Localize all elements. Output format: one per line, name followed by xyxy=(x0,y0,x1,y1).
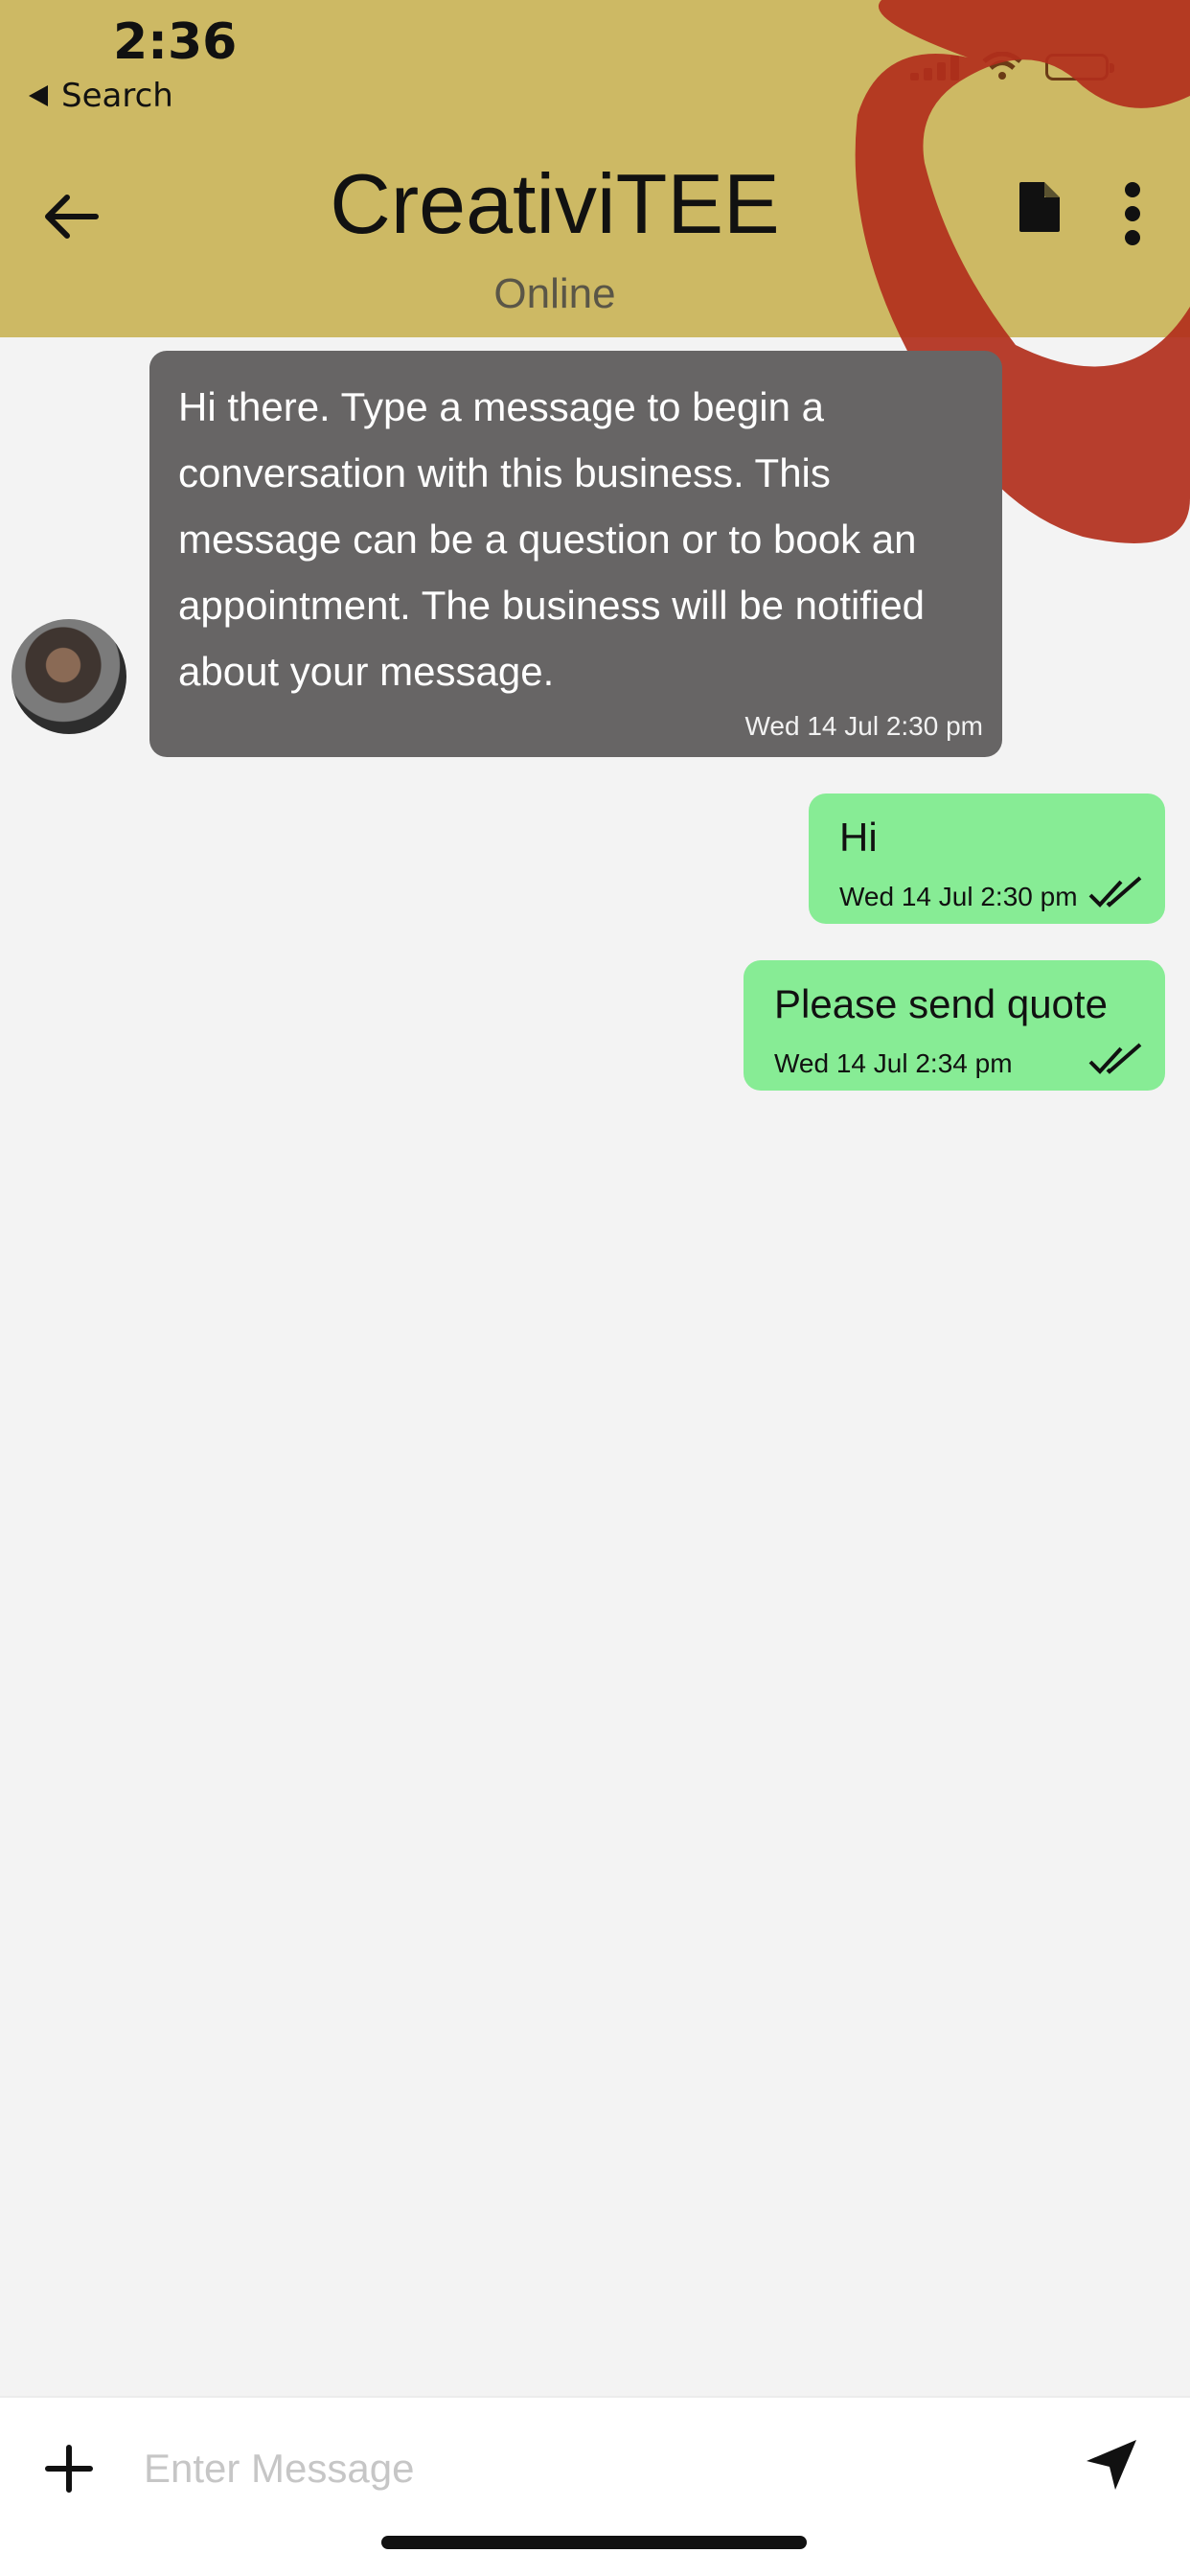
back-to-search-label: Search xyxy=(61,77,173,115)
more-vertical-icon xyxy=(1125,182,1140,245)
business-name: CreativiTEE xyxy=(330,156,780,251)
message-input[interactable] xyxy=(144,2432,1044,2505)
document-icon xyxy=(1019,182,1060,232)
outgoing-message: Hi Wed 14 Jul 2:30 pm xyxy=(809,794,1165,924)
double-check-icon xyxy=(1088,876,1142,908)
status-icons xyxy=(910,52,1114,80)
wifi-icon xyxy=(982,52,1022,80)
home-indicator xyxy=(381,2536,807,2549)
online-status: Online xyxy=(493,270,616,317)
plus-icon xyxy=(45,2445,93,2493)
message-time: Wed 14 Jul 2:30 pm xyxy=(839,882,1078,911)
back-triangle-icon xyxy=(29,85,48,106)
message-time: Wed 14 Jul 2:30 pm xyxy=(744,711,983,741)
back-to-search-link[interactable]: Search xyxy=(29,77,173,115)
double-check-icon xyxy=(1088,1043,1142,1074)
chat-header: 2:36 Search CreativiTEE Online xyxy=(0,0,1190,337)
message-text: Hi xyxy=(839,815,878,860)
send-icon xyxy=(1087,2440,1136,2490)
message-text: Please send quote xyxy=(774,981,1108,1026)
business-avatar xyxy=(11,619,126,734)
document-button[interactable] xyxy=(1018,180,1062,234)
message-text: Hi there. Type a message to begin a conv… xyxy=(178,384,926,694)
send-button[interactable] xyxy=(1083,2436,1140,2494)
message-time: Wed 14 Jul 2:34 pm xyxy=(774,1048,1013,1078)
outgoing-message: Please send quote Wed 14 Jul 2:34 pm xyxy=(744,960,1165,1091)
cellular-signal-icon xyxy=(910,56,959,80)
add-attachment-button[interactable] xyxy=(44,2444,94,2494)
incoming-message: Hi there. Type a message to begin a conv… xyxy=(149,351,1002,757)
status-time: 2:36 xyxy=(113,13,238,71)
more-options-button[interactable] xyxy=(1121,182,1144,245)
battery-icon xyxy=(1045,54,1114,80)
